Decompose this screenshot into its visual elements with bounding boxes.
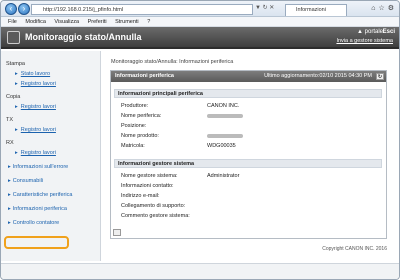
device-info-panel: Informazioni periferica Ultimo aggiornam… [110, 70, 387, 239]
window-controls[interactable]: ⌂☆⚙ [371, 4, 397, 12]
menu-help[interactable]: ? [147, 17, 150, 27]
menu-file[interactable]: File [8, 17, 17, 27]
menu-strumenti[interactable]: Strumenti [115, 17, 139, 27]
label-gestore: Nome gestore sistema: [121, 173, 178, 179]
sidebar-item-registro-tx[interactable]: Registro lavori [1, 127, 100, 133]
back-button[interactable]: ‹ [5, 3, 17, 15]
sidebar-item-caratteristiche[interactable]: Caratteristiche periferica [1, 192, 100, 198]
sidebar-section-tx: TX [6, 117, 14, 123]
value-nome-periferica [207, 113, 243, 119]
copyright: Copyright CANON INC. 2016 [322, 246, 387, 252]
sidebar-item-registro-stampa[interactable]: Registro lavori [1, 81, 100, 87]
breadcrumb: Monitoraggio stato/Annulla: Informazioni… [111, 59, 234, 65]
label-email: Indirizzo e-mail: [121, 193, 160, 199]
label-nome-periferica: Nome periferica: [121, 113, 162, 119]
sidebar-item-contatore[interactable]: Controllo contatore [1, 220, 100, 226]
label-contatto: Informazioni contatto: [121, 183, 174, 189]
group-admin-info: Informazioni gestore sistema [114, 159, 382, 168]
browser-window: ‹ › http://192.168.0.215/j_pfinfo.html ▼… [0, 0, 400, 280]
status-bar [1, 263, 399, 279]
portal-link[interactable]: ▲ portale [357, 29, 383, 35]
sidebar-section-rx: RX [6, 140, 14, 146]
group-main-info: Informazioni principali periferica [114, 89, 382, 98]
printer-icon [7, 31, 20, 44]
label-supporto: Collegamento di supporto: [121, 203, 186, 209]
value-gestore: Administrator [207, 173, 240, 179]
sidebar-item-registro-rx[interactable]: Registro lavori [1, 150, 100, 156]
mail-admin-link[interactable]: Invia a gestore sistema [336, 38, 393, 44]
label-commento: Commento gestore sistema: [121, 213, 190, 219]
address-bar-area: ‹ › http://192.168.0.215/j_pfinfo.html ▼… [1, 1, 399, 24]
menu-modifica[interactable]: Modifica [25, 17, 45, 27]
sidebar-item-registro-copia[interactable]: Registro lavori [1, 104, 100, 110]
app-header: Monitoraggio stato/Annulla ▲ portale Esc… [1, 27, 399, 49]
panel-bottom-icon[interactable] [113, 229, 121, 236]
menu-preferiti[interactable]: Preferiti [88, 17, 107, 27]
exit-link[interactable]: Esci [383, 29, 395, 35]
last-updated: Ultimo aggiornamento:02/10 2015 04:30 PM [264, 73, 372, 79]
browser-tab[interactable]: Informazioni periferica [285, 4, 347, 24]
sidebar-item-consumabili[interactable]: Consumabili [1, 178, 100, 184]
label-produttore: Produttore: [121, 103, 149, 109]
sidebar-item-stato-lavoro[interactable]: Stato lavoro [1, 71, 100, 77]
sidebar-section-stampa: Stampa [6, 61, 25, 67]
selected-item-highlight [4, 236, 69, 249]
panel-header: Informazioni periferica Ultimo aggiornam… [111, 71, 386, 82]
sidebar-item-errore[interactable]: Informazioni sull'errore [1, 164, 100, 170]
sidebar: Stampa Stato lavoro Registro lavori Copi… [1, 51, 101, 261]
forward-button[interactable]: › [18, 3, 30, 15]
label-posizione: Posizione: [121, 123, 147, 129]
panel-title: Informazioni periferica [115, 73, 174, 79]
page-title: Monitoraggio stato/Annulla [25, 32, 142, 42]
refresh-icon[interactable]: ↻ [376, 73, 384, 80]
value-produttore: CANON INC. [207, 103, 240, 109]
label-nome-prodotto: Nome prodotto: [121, 133, 159, 139]
sidebar-section-copia: Copia [6, 94, 21, 100]
menu-visualizza[interactable]: Visualizza [54, 17, 79, 27]
sidebar-item-info-periferica[interactable]: Informazioni periferica [1, 206, 100, 212]
url-input[interactable]: http://192.168.0.215/j_pfinfo.html [31, 4, 253, 15]
label-matricola: Matricola: [121, 143, 145, 149]
refresh-icon[interactable]: ▼ ↻ ✕ [255, 4, 274, 11]
value-nome-prodotto [207, 133, 243, 139]
value-matricola: WDG00035 [207, 143, 236, 149]
menu-bar: File Modifica Visualizza Preferiti Strum… [1, 17, 399, 27]
